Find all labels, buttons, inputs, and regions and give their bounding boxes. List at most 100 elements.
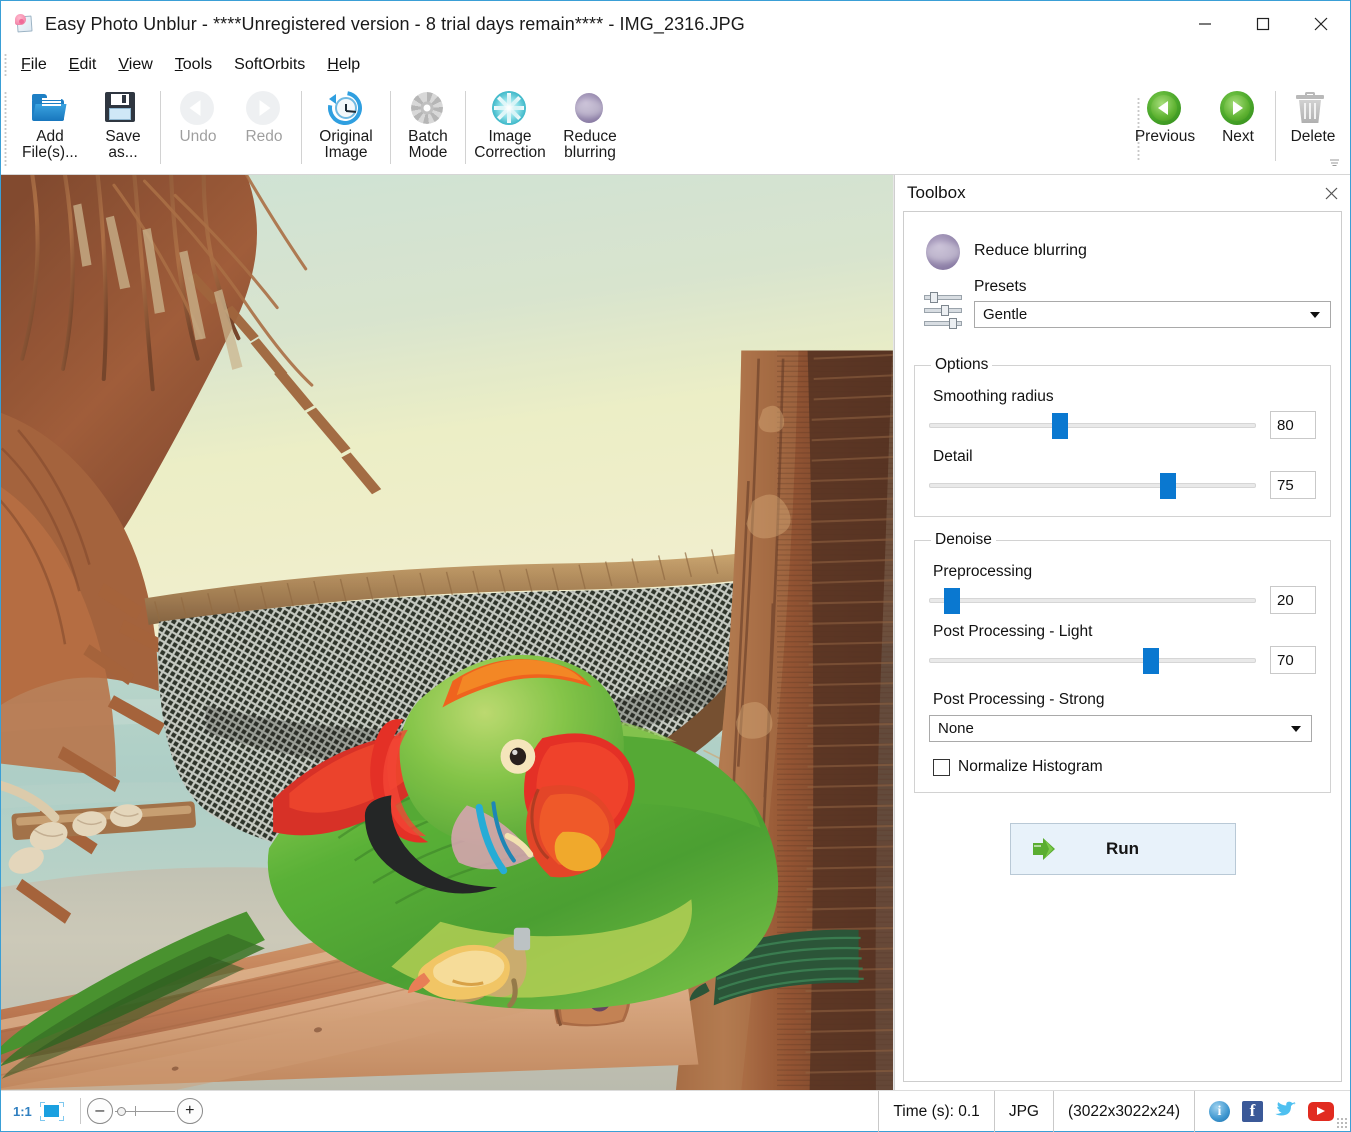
toolbar-batch-mode-label-2: Mode [409, 145, 448, 161]
run-button[interactable]: Run [1010, 823, 1236, 875]
zoom-out-icon[interactable]: – [87, 1098, 113, 1124]
menu-file[interactable]: File [10, 53, 58, 77]
toolbar-overflow-icon[interactable] [1327, 156, 1341, 170]
nav-previous-icon [1147, 89, 1183, 125]
menu-view[interactable]: View [107, 53, 163, 77]
presets-label: Presets [974, 278, 1331, 296]
toolbar-reduce-blurring-button[interactable]: Reduce blurring [550, 83, 630, 171]
slider-thumb[interactable] [1160, 473, 1176, 499]
toolbar-add-files-label-1: Add [36, 129, 64, 145]
toolbox-panel: Toolbox Reduce blurring [894, 175, 1350, 1090]
trash-icon [1295, 89, 1331, 125]
toolbar-delete-label: Delete [1291, 129, 1336, 145]
zoom-slider[interactable]: – + [87, 1098, 203, 1124]
toolbar-save-as-button[interactable]: Save as... [90, 83, 156, 171]
clock-revert-icon [328, 89, 364, 125]
toolbar-next-label: Next [1222, 129, 1254, 145]
toolbar-batch-mode-label-1: Batch [408, 129, 448, 145]
toolbar-separator [390, 91, 391, 164]
detail-label: Detail [933, 448, 1316, 466]
toolbar-batch-mode-button[interactable]: Batch Mode [395, 83, 461, 171]
slider-thumb[interactable] [1052, 413, 1068, 439]
smoothing-radius-value[interactable]: 80 [1270, 411, 1316, 439]
zoom-slider-thumb[interactable] [117, 1107, 126, 1116]
toolbar-redo-button[interactable]: Redo [231, 83, 297, 171]
toolbar-reduce-blurring-label-1: Reduce [563, 129, 616, 145]
toolbar-add-files-button[interactable]: Add File(s)... [10, 83, 90, 171]
smoothing-radius-label: Smoothing radius [933, 388, 1316, 406]
toolbar-save-as-label-1: Save [105, 129, 140, 145]
maximize-button[interactable] [1234, 1, 1292, 47]
zoom-ratio-label: 1:1 [13, 1104, 32, 1119]
status-right-group: Time (s): 0.1 JPG (3022x3022x24) [878, 1091, 1350, 1132]
post-processing-light-value[interactable]: 70 [1270, 646, 1316, 674]
minimize-button[interactable] [1176, 1, 1234, 47]
zoom-slider-track[interactable] [115, 1098, 175, 1124]
post-processing-strong-value: None [938, 720, 1291, 737]
body-area: Toolbox Reduce blurring [1, 175, 1350, 1090]
presets-dropdown[interactable]: Gentle [974, 301, 1331, 328]
post-processing-light-control: Post Processing - Light 70 [929, 623, 1316, 677]
zoom-in-icon[interactable]: + [177, 1098, 203, 1124]
nav-next-icon [1220, 89, 1256, 125]
window-title: Easy Photo Unblur - ****Unregistered ver… [45, 14, 745, 35]
image-canvas[interactable] [1, 175, 894, 1090]
resize-grip[interactable] [1336, 1117, 1348, 1129]
close-button[interactable] [1292, 1, 1350, 47]
detail-slider[interactable] [929, 468, 1256, 502]
open-folder-icon [32, 89, 68, 125]
title-bar: Easy Photo Unblur - ****Unregistered ver… [1, 1, 1350, 47]
menu-softorbits[interactable]: SoftOrbits [223, 53, 316, 77]
toolbar-undo-label: Undo [179, 129, 216, 145]
preprocessing-value[interactable]: 20 [1270, 586, 1316, 614]
post-processing-strong-dropdown[interactable]: None [929, 715, 1312, 742]
menu-edit[interactable]: Edit [58, 53, 108, 77]
slider-track [929, 598, 1256, 603]
facebook-icon[interactable] [1242, 1101, 1263, 1122]
toolbar-separator [160, 91, 161, 164]
toolbar-original-image-label-1: Original [319, 129, 372, 145]
toolbar-separator [301, 91, 302, 164]
toolbox-title: Toolbox [907, 183, 966, 203]
preprocessing-label: Preprocessing [933, 563, 1316, 581]
detail-value[interactable]: 75 [1270, 471, 1316, 499]
toolbar-image-correction-label-1: Image [488, 129, 531, 145]
menu-tools[interactable]: Tools [164, 53, 223, 77]
detail-control: Detail 75 [929, 448, 1316, 502]
status-format: JPG [994, 1091, 1053, 1132]
info-icon[interactable] [1209, 1101, 1230, 1122]
preset-row: Presets Gentle [914, 278, 1331, 342]
main-toolbar: Add File(s)... Save as... Undo Redo Orig… [1, 83, 1350, 175]
post-processing-light-slider[interactable] [929, 643, 1256, 677]
preprocessing-slider[interactable] [929, 583, 1256, 617]
status-dimensions: (3022x3022x24) [1053, 1091, 1194, 1132]
toolbar-next-button[interactable]: Next [1205, 83, 1271, 171]
slider-track [929, 658, 1256, 663]
options-legend: Options [931, 356, 992, 374]
toolbar-image-correction-button[interactable]: Image Correction [470, 83, 550, 171]
green-run-arrow-icon [1031, 836, 1065, 862]
arrow-left-icon [180, 89, 216, 125]
normalize-histogram-row[interactable]: Normalize Histogram [933, 758, 1316, 776]
toolbar-previous-button[interactable]: Previous [1125, 83, 1205, 171]
toolbar-undo-button[interactable]: Undo [165, 83, 231, 171]
app-icon [15, 14, 35, 34]
slider-track [929, 423, 1256, 428]
purple-blob-icon [923, 232, 963, 272]
youtube-icon[interactable] [1308, 1102, 1334, 1121]
twitter-icon[interactable] [1275, 1101, 1296, 1122]
smoothing-radius-control: Smoothing radius 80 [929, 388, 1316, 442]
toolbox-tool-name: Reduce blurring [974, 242, 1087, 260]
slider-thumb[interactable] [1143, 648, 1159, 674]
toolbar-original-image-button[interactable]: Original Image [306, 83, 386, 171]
preprocessing-control: Preprocessing 20 [929, 563, 1316, 617]
sliders-icon [920, 292, 966, 342]
menu-help[interactable]: Help [316, 53, 371, 77]
fit-to-window-icon[interactable] [40, 1102, 64, 1121]
normalize-histogram-checkbox[interactable] [933, 759, 950, 776]
post-processing-light-label: Post Processing - Light [933, 623, 1316, 641]
smoothing-radius-slider[interactable] [929, 408, 1256, 442]
toolbar-save-as-label-2: as... [108, 145, 137, 161]
toolbox-close-icon[interactable] [1320, 182, 1342, 204]
slider-thumb[interactable] [944, 588, 960, 614]
